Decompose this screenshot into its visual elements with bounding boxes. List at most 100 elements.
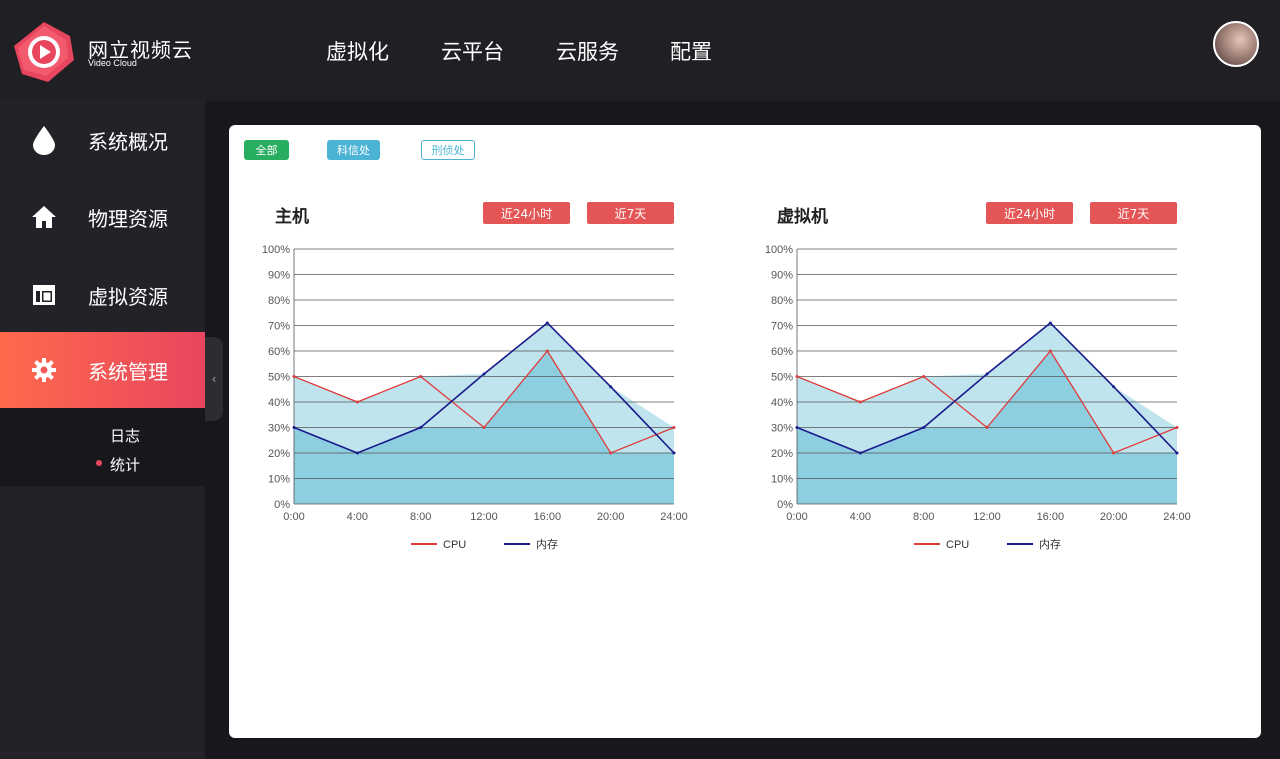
legend-cpu-label: CPU	[443, 539, 466, 551]
y-tick-label: 90%	[268, 270, 290, 282]
topnav-virtualization[interactable]: 虚拟化	[326, 36, 389, 66]
filter-kexin[interactable]: 科信处	[327, 140, 380, 160]
submenu: 日志 统计	[0, 408, 205, 486]
memory-point	[858, 451, 862, 455]
cpu-point	[292, 375, 296, 378]
y-tick-label: 70%	[771, 321, 793, 333]
y-tick-label: 0%	[777, 499, 793, 511]
x-tick-label: 4:00	[850, 511, 871, 523]
memory-point	[922, 426, 926, 429]
cpu-point	[795, 375, 799, 378]
y-tick-label: 40%	[268, 397, 290, 409]
legend-memory-label: 内存	[536, 537, 558, 551]
y-tick-label: 40%	[771, 397, 793, 409]
memory-point	[795, 426, 799, 429]
sidebar-item-overview[interactable]: 系统概况	[0, 102, 205, 178]
sidebar-item-label: 虚拟资源	[88, 284, 168, 309]
y-tick-label: 100%	[765, 244, 793, 256]
cpu-point	[1048, 349, 1052, 353]
y-tick-label: 70%	[268, 321, 290, 333]
topnav-cloud-platform[interactable]: 云平台	[441, 36, 504, 66]
chevron-left-icon: ‹	[211, 372, 217, 386]
y-tick-label: 10%	[268, 474, 290, 486]
gear-icon	[32, 358, 56, 382]
x-tick-label: 16:00	[1037, 511, 1065, 523]
y-tick-label: 80%	[268, 295, 290, 307]
vm-usage-chart: 100% 90% 80% 70% 60% 50% 40% 30% 20% 10% 0%0:00 4:0…	[765, 244, 1191, 551]
memory-point	[355, 451, 359, 455]
logo[interactable]: 网立视频云 Video Cloud	[0, 0, 205, 101]
memory-point	[985, 372, 989, 376]
collapse-sidebar-button[interactable]: ‹	[205, 337, 223, 421]
x-tick-label: 20:00	[597, 511, 625, 523]
chart-title-vm: 虚拟机	[777, 207, 828, 227]
x-tick-label: 16:00	[534, 511, 562, 523]
y-tick-label: 10%	[771, 474, 793, 486]
x-tick-label: 8:00	[410, 511, 431, 523]
memory-point	[482, 372, 486, 376]
memory-point	[1048, 321, 1052, 325]
sidebar-item-label: 系统概况	[88, 129, 168, 154]
y-tick-label: 50%	[771, 372, 793, 384]
x-tick-label: 0:00	[786, 511, 807, 523]
x-tick-label: 12:00	[973, 511, 1001, 523]
sidebar-item-physical[interactable]: 物理资源	[0, 179, 205, 255]
cpu-point	[672, 426, 676, 429]
x-tick-label: 24:00	[1163, 511, 1191, 523]
y-tick-label: 50%	[268, 372, 290, 384]
x-tick-label: 20:00	[1100, 511, 1128, 523]
cpu-point	[609, 451, 613, 455]
x-tick-label: 8:00	[913, 511, 934, 523]
y-tick-label: 100%	[262, 244, 290, 256]
legend-cpu-label: CPU	[946, 539, 969, 551]
memory-point	[292, 426, 296, 429]
sidebar-item-label: 系统管理	[88, 359, 168, 384]
cpu-point	[545, 349, 549, 353]
filter-xingzhen[interactable]: 刑侦处	[421, 140, 475, 160]
memory-point	[1175, 451, 1179, 455]
cpu-point	[985, 426, 989, 429]
cpu-point	[355, 400, 359, 404]
cpu-point	[482, 426, 486, 429]
y-tick-label: 60%	[268, 346, 290, 358]
y-tick-label: 20%	[771, 448, 793, 460]
cpu-point	[922, 375, 926, 378]
memory-point	[609, 385, 613, 389]
y-tick-label: 30%	[771, 423, 793, 435]
chart-title-host: 主机	[275, 207, 309, 227]
x-tick-label: 24:00	[660, 511, 688, 523]
legend-memory-label: 内存	[1039, 537, 1061, 551]
window-icon	[33, 285, 55, 305]
sidebar-item-system-management[interactable]: 系统管理	[0, 332, 205, 408]
host-7d-button[interactable]: 近7天	[587, 202, 674, 224]
selected-dot	[96, 460, 102, 466]
topnav-config[interactable]: 配置	[670, 36, 712, 66]
submenu-item-stats[interactable]: 统计	[110, 454, 140, 475]
sidebar: 网立视频云 Video Cloud 系统概况 物理资源 虚拟资源 系统管理 日志…	[0, 0, 205, 759]
drop-icon	[33, 126, 55, 155]
main-panel: 全部 科信处 刑侦处 主机 近24小时 近7天 虚拟机 近24小时 近7天 10…	[229, 125, 1261, 738]
submenu-item-log[interactable]: 日志	[110, 425, 140, 446]
x-tick-label: 4:00	[347, 511, 368, 523]
sidebar-item-virtual[interactable]: 虚拟资源	[0, 257, 205, 333]
vm-7d-button[interactable]: 近7天	[1090, 202, 1177, 224]
memory-point	[545, 321, 549, 325]
topnav-cloud-service[interactable]: 云服务	[556, 36, 619, 66]
filter-all[interactable]: 全部	[244, 140, 289, 160]
vm-24h-button[interactable]: 近24小时	[986, 202, 1073, 224]
x-tick-label: 0:00	[283, 511, 304, 523]
x-tick-label: 12:00	[470, 511, 498, 523]
video-cloud-logo-icon	[14, 22, 74, 82]
cpu-point	[1112, 451, 1116, 455]
memory-point	[419, 426, 423, 429]
home-icon	[32, 206, 56, 228]
y-tick-label: 90%	[771, 270, 793, 282]
y-tick-label: 60%	[771, 346, 793, 358]
avatar[interactable]	[1213, 21, 1259, 67]
brand-subtitle: Video Cloud	[88, 58, 137, 68]
cpu-point	[419, 375, 423, 378]
host-24h-button[interactable]: 近24小时	[483, 202, 570, 224]
memory-point	[1112, 385, 1116, 389]
y-tick-label: 20%	[268, 448, 290, 460]
y-tick-label: 80%	[771, 295, 793, 307]
